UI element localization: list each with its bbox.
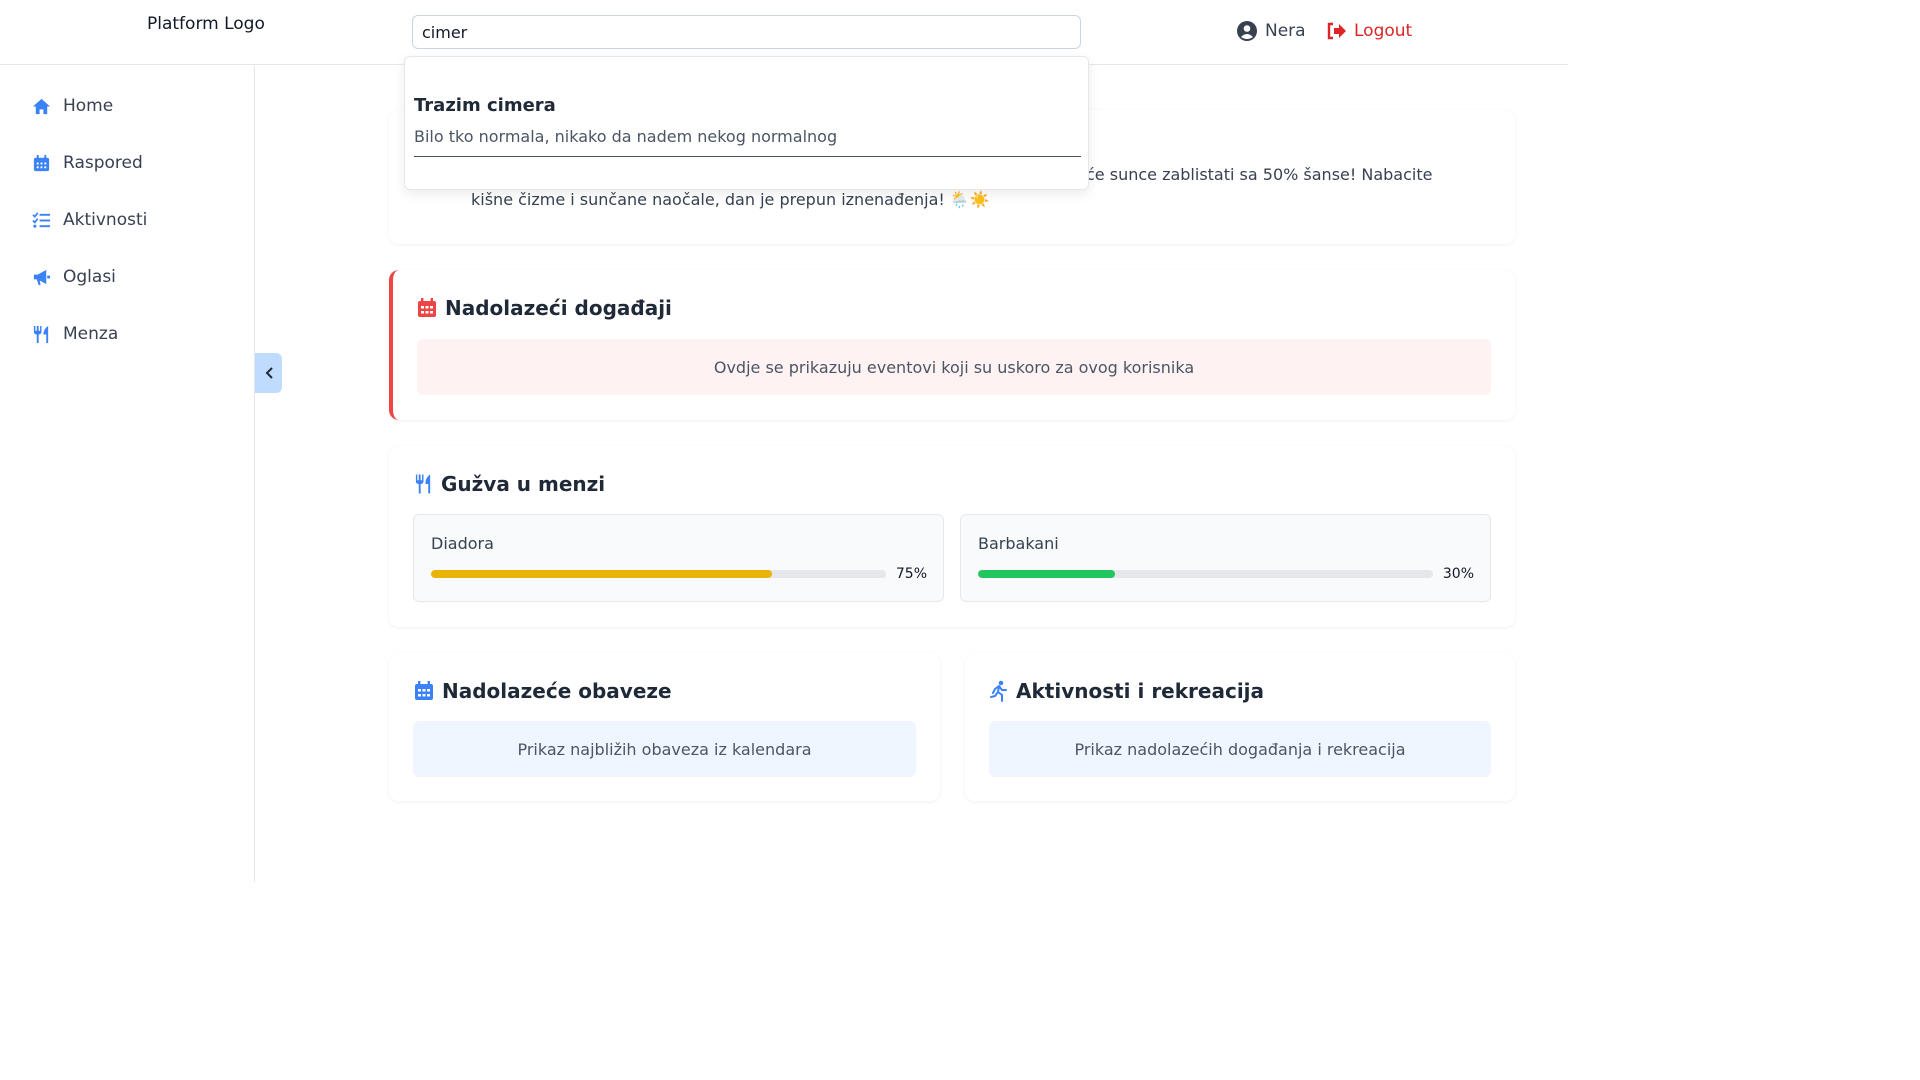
utensils-icon bbox=[33, 325, 49, 343]
menza-card: Gužva u menzi Diadora 75% Barbakani 30% bbox=[389, 446, 1515, 627]
divider bbox=[414, 156, 1081, 157]
search-result-description: Bilo tko normala, nikako da nadem nekog … bbox=[414, 127, 838, 146]
obligations-title: Nadolazeće obaveze bbox=[442, 679, 672, 703]
events-message-box: Ovdje se prikazuju eventovi koji su usko… bbox=[417, 339, 1491, 395]
home-icon bbox=[32, 98, 51, 114]
crowd-bar-fill bbox=[431, 570, 773, 578]
sidebar-item-label: Menza bbox=[63, 324, 119, 344]
obligations-header: Nadolazeće obaveze bbox=[414, 679, 672, 703]
calendar-icon bbox=[415, 681, 433, 700]
search-results-dropdown: Trazim cimera Bilo tko normala, nikako d… bbox=[404, 56, 1089, 190]
chevron-left-icon bbox=[265, 367, 273, 379]
crowd-bar-fill bbox=[978, 570, 1115, 578]
sidebar-item-menza[interactable]: Menza bbox=[32, 324, 118, 344]
sidebar-collapse-button[interactable] bbox=[255, 353, 282, 393]
sidebar-item-label: Raspored bbox=[63, 153, 143, 173]
sidebar-item-label: Aktivnosti bbox=[63, 210, 148, 230]
crowd-bar-track bbox=[978, 570, 1433, 578]
utensils-icon bbox=[415, 474, 431, 494]
menza-title: Gužva u menzi bbox=[441, 472, 606, 496]
user-circle-icon bbox=[1237, 21, 1257, 41]
events-title: Nadolazeći događaji bbox=[445, 296, 672, 320]
logout-icon bbox=[1327, 22, 1346, 40]
activities-message-box: Prikaz nadolazećih događanja i rekreacij… bbox=[989, 721, 1491, 777]
logout-label: Logout bbox=[1354, 21, 1413, 41]
calendar-icon bbox=[33, 154, 50, 171]
calendar-icon bbox=[418, 298, 436, 317]
menza-location-diadora: Diadora 75% bbox=[413, 514, 944, 602]
user-profile[interactable]: Nera bbox=[1237, 21, 1306, 41]
logout-button[interactable]: Logout bbox=[1327, 21, 1412, 41]
sidebar-item-raspored[interactable]: Raspored bbox=[32, 153, 143, 173]
events-card: Nadolazeći događaji Ovdje se prikazuju e… bbox=[389, 270, 1515, 420]
list-check-icon bbox=[32, 211, 51, 228]
menza-location-barbakani: Barbakani 30% bbox=[960, 514, 1491, 602]
crowd-percent: 30% bbox=[1442, 566, 1474, 582]
obligations-message-box: Prikaz najbližih obaveza iz kalendara bbox=[413, 721, 916, 777]
sidebar-item-oglasi[interactable]: Oglasi bbox=[32, 267, 116, 287]
activities-message: Prikaz nadolazećih događanja i rekreacij… bbox=[1074, 739, 1406, 759]
sidebar-item-label: Home bbox=[63, 96, 114, 116]
menza-header: Gužva u menzi bbox=[414, 472, 605, 496]
search-result-title: Trazim cimera bbox=[414, 95, 556, 116]
events-message: Ovdje se prikazuju eventovi koji su usko… bbox=[713, 357, 1195, 377]
sidebar-item-home[interactable]: Home bbox=[32, 96, 113, 116]
obligations-card: Nadolazeće obaveze Prikaz najbližih obav… bbox=[389, 653, 940, 801]
sidebar-item-label: Oglasi bbox=[63, 267, 116, 287]
sidebar-item-aktivnosti[interactable]: Aktivnosti bbox=[32, 210, 147, 230]
sidebar: Home Raspored Aktivnosti Oglasi Menza bbox=[0, 66, 255, 882]
search-input[interactable] bbox=[412, 15, 1081, 49]
user-name: Nera bbox=[1265, 21, 1306, 41]
menza-location-name: Diadora bbox=[431, 534, 494, 553]
events-header: Nadolazeći događaji bbox=[417, 296, 672, 320]
megaphone-icon bbox=[33, 269, 51, 285]
menza-location-name: Barbakani bbox=[978, 534, 1059, 553]
crowd-bar-track bbox=[431, 570, 886, 578]
activities-header: Aktivnosti i rekreacija bbox=[990, 679, 1264, 703]
obligations-message: Prikaz najbližih obaveza iz kalendara bbox=[517, 739, 812, 759]
running-icon bbox=[990, 680, 1007, 702]
activities-card: Aktivnosti i rekreacija Prikaz nadolazeć… bbox=[965, 653, 1515, 801]
activities-title: Aktivnosti i rekreacija bbox=[1016, 679, 1265, 703]
platform-logo[interactable]: Platform Logo bbox=[147, 14, 265, 34]
crowd-percent: 75% bbox=[895, 566, 927, 582]
